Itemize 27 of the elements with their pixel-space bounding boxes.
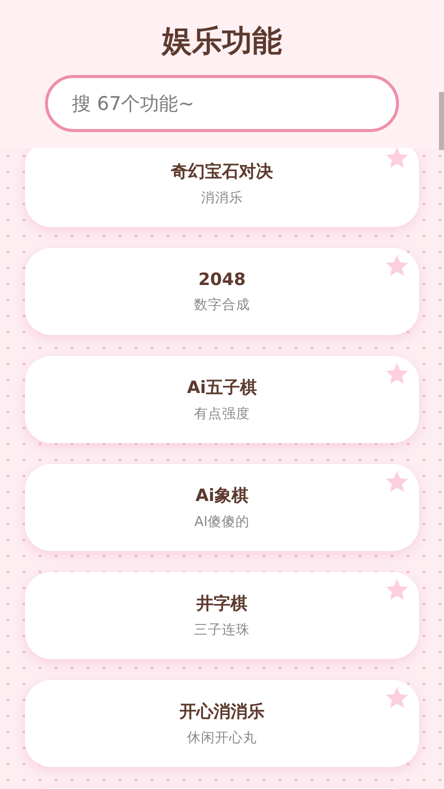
game-name: Ai象棋 [196, 485, 248, 507]
game-description: 三子连珠 [194, 621, 250, 639]
game-card[interactable]: 井字棋 三子连珠 [25, 572, 419, 659]
game-card[interactable]: Ai象棋 AI傻傻的 [25, 464, 419, 551]
star-icon[interactable] [385, 578, 409, 602]
page-title: 娱乐功能 [162, 23, 282, 61]
game-card[interactable]: 2048 数字合成 [25, 248, 419, 335]
game-card[interactable]: 奇幻宝石对决 消消乐 [25, 148, 419, 227]
game-name: 奇幻宝石对决 [171, 161, 273, 183]
scrollbar[interactable] [439, 92, 444, 150]
game-description: 消消乐 [201, 189, 243, 207]
search-field[interactable]: 搜 67个功能~ [45, 75, 399, 132]
game-card[interactable]: 开心消消乐 休闲开心丸 [25, 680, 419, 767]
game-description: 有点强度 [194, 405, 250, 423]
game-description: 数字合成 [194, 296, 250, 314]
game-card[interactable]: Ai五子棋 有点强度 [25, 356, 419, 443]
star-icon[interactable] [385, 362, 409, 386]
star-icon[interactable] [385, 254, 409, 278]
game-description: 休闲开心丸 [187, 729, 257, 747]
game-name: Ai五子棋 [187, 377, 257, 399]
game-name: 井字棋 [196, 593, 248, 615]
game-name: 开心消消乐 [180, 701, 264, 723]
star-icon[interactable] [385, 470, 409, 494]
star-icon[interactable] [385, 148, 409, 170]
game-description: AI傻傻的 [194, 513, 250, 531]
star-icon[interactable] [385, 686, 409, 710]
game-name: 2048 [198, 270, 246, 290]
